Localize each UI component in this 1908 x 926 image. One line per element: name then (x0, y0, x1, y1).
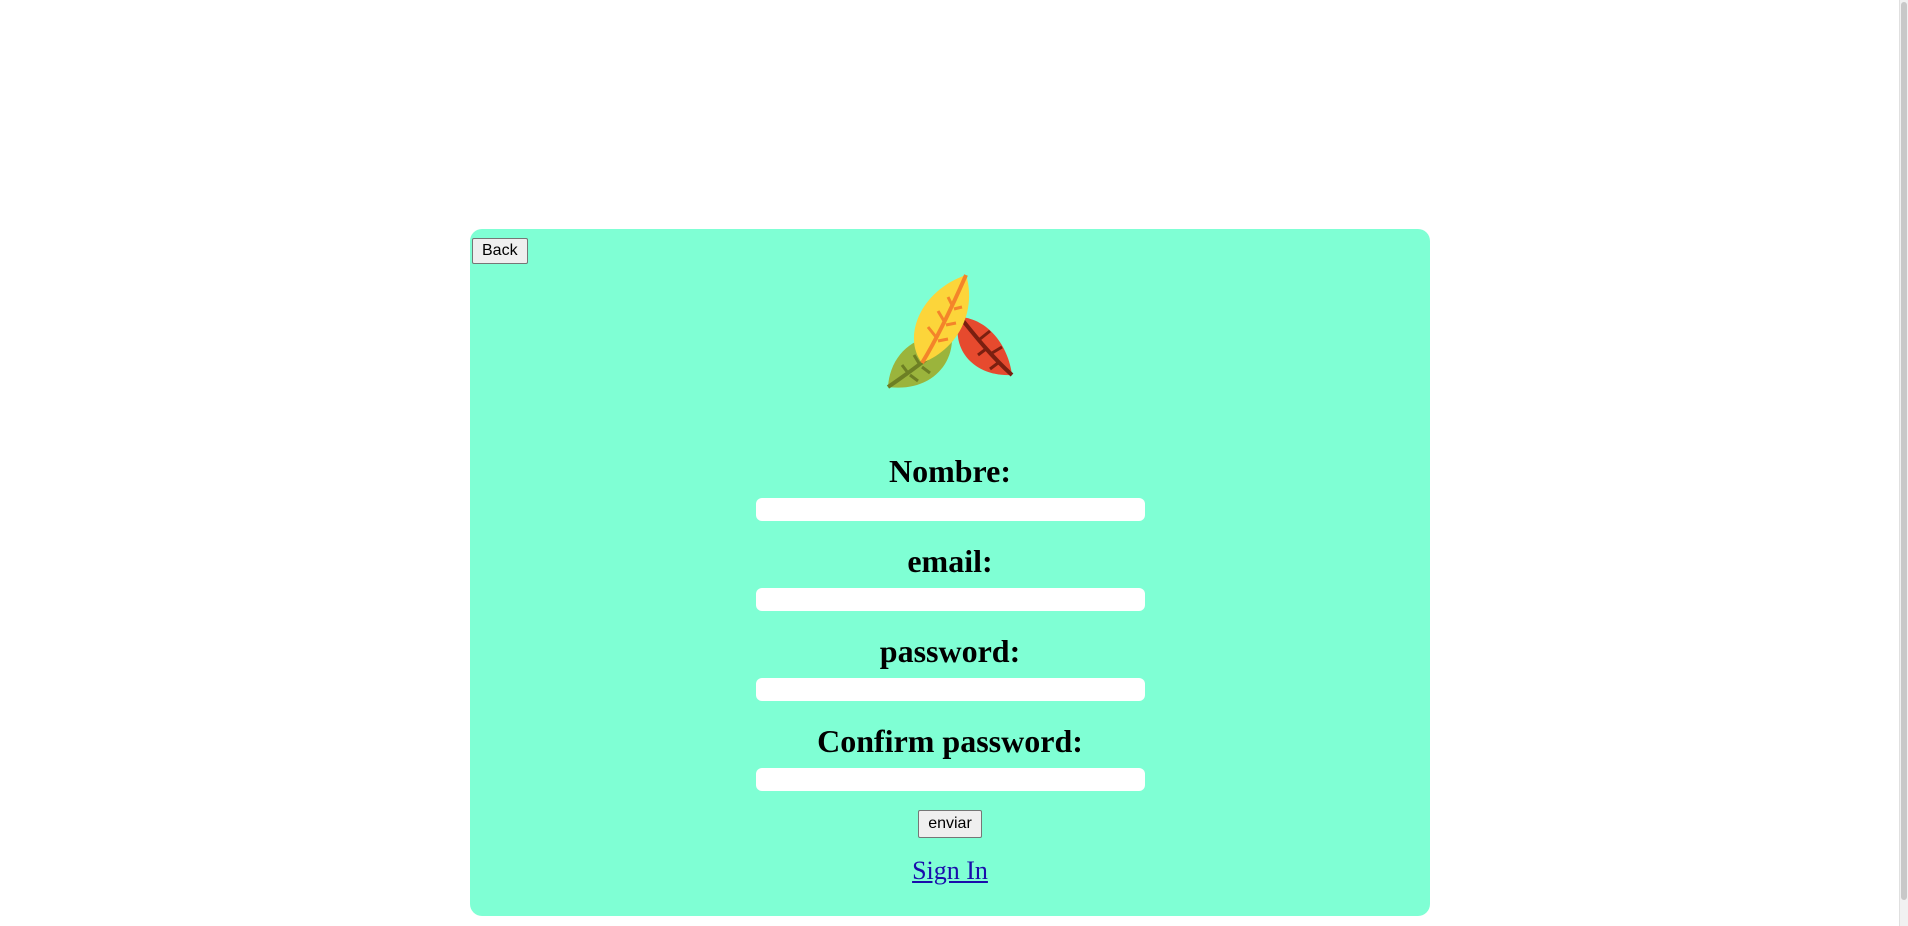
password-field-group: password: (470, 631, 1430, 701)
scrollbar-thumb[interactable] (1901, 2, 1907, 900)
confirm-password-field-group: Confirm password: (470, 721, 1430, 791)
confirm-password-label: Confirm password: (817, 723, 1083, 759)
password-input[interactable] (755, 678, 1145, 701)
page: Back Nombre: email: password: Confirm pa… (0, 0, 1908, 926)
signup-card: Back Nombre: email: password: Confirm pa… (470, 229, 1430, 916)
signup-form: Nombre: email: password: Confirm passwor… (470, 451, 1430, 886)
back-button[interactable]: Back (472, 238, 528, 264)
email-input[interactable] (755, 588, 1145, 611)
name-input[interactable] (755, 498, 1145, 521)
password-label: password: (879, 633, 1021, 669)
name-label: Nombre: (888, 453, 1012, 489)
email-label: email: (907, 543, 993, 579)
sign-in-link[interactable]: Sign In (912, 856, 988, 886)
vertical-scrollbar[interactable] (1899, 0, 1908, 926)
confirm-password-input[interactable] (755, 768, 1145, 791)
submit-button[interactable]: enviar (918, 810, 982, 838)
leaves-logo-icon (886, 274, 1014, 389)
email-field-group: email: (470, 541, 1430, 611)
name-field-group: Nombre: (470, 451, 1430, 521)
